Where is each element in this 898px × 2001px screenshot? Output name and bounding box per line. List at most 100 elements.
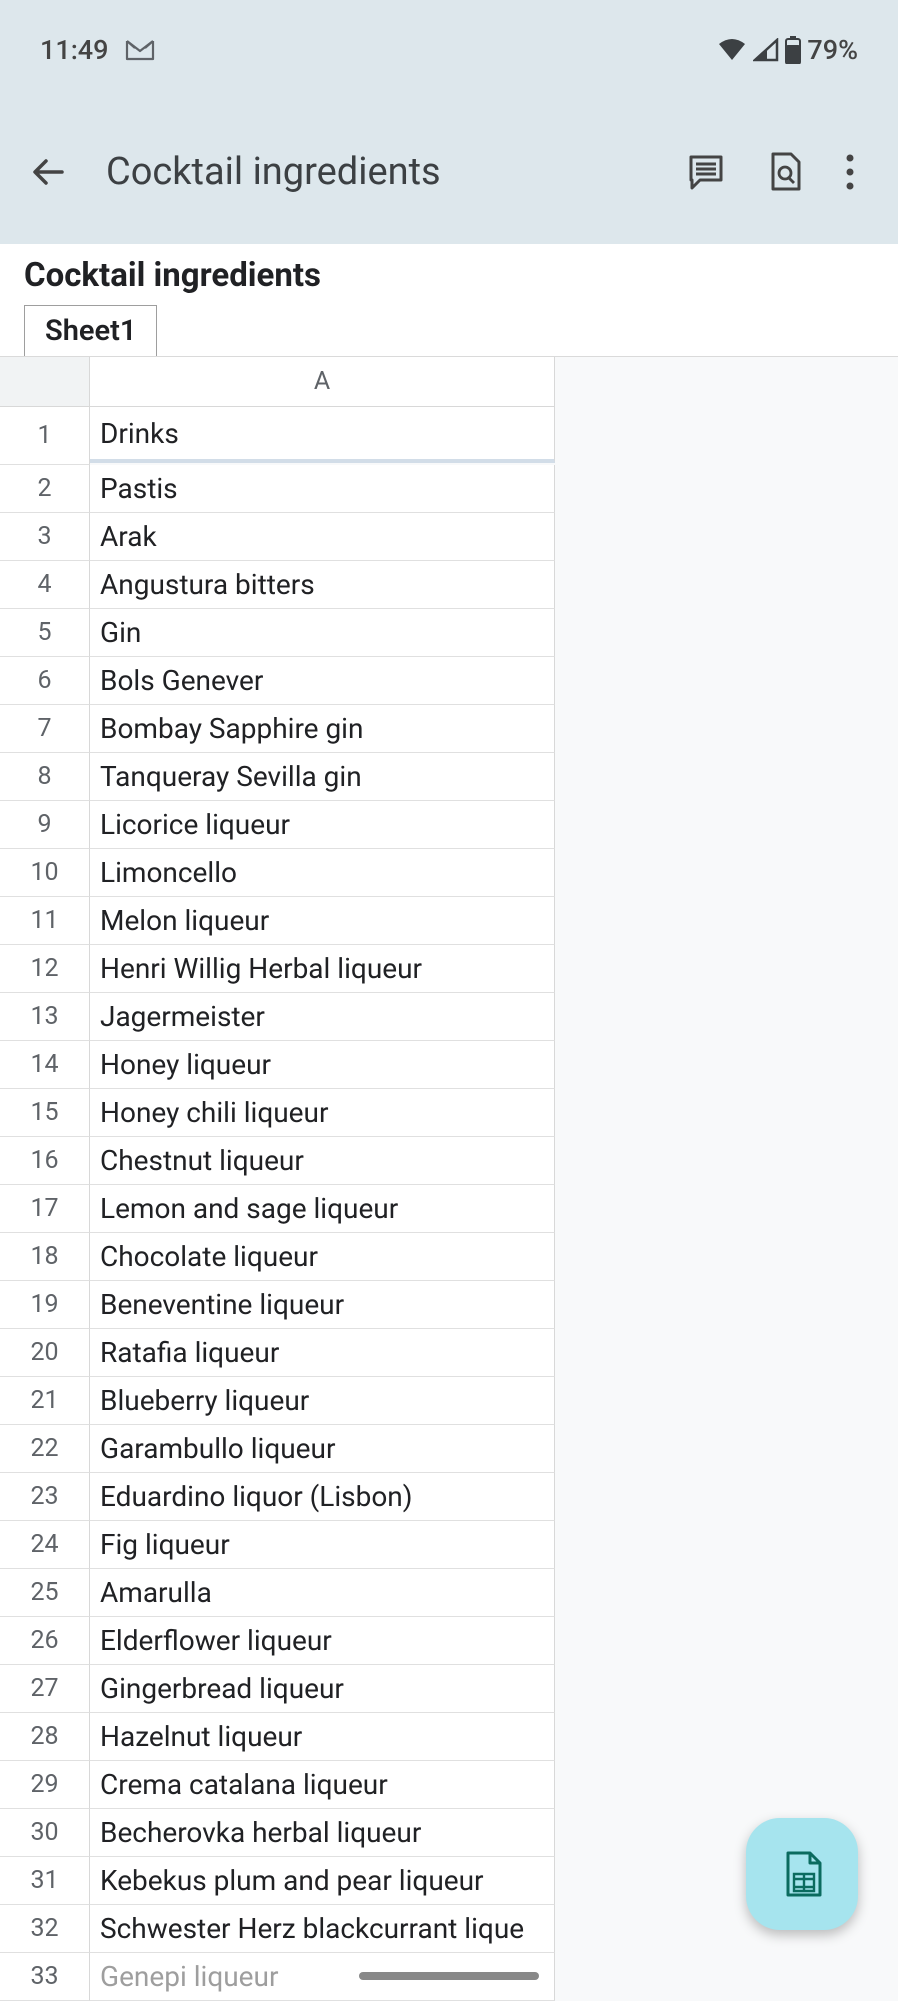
- cell[interactable]: Gin: [90, 609, 555, 657]
- row-header[interactable]: 6: [0, 657, 90, 705]
- table-row: 15Honey chili liqueur: [0, 1089, 555, 1137]
- find-in-page-icon[interactable]: [766, 151, 804, 193]
- row-header[interactable]: 16: [0, 1137, 90, 1185]
- cell[interactable]: Garambullo liqueur: [90, 1425, 555, 1473]
- row-header[interactable]: 29: [0, 1761, 90, 1809]
- cell[interactable]: Schwester Herz blackcurrant lique: [90, 1905, 555, 1953]
- table-row: 10Limoncello: [0, 849, 555, 897]
- row-header[interactable]: 33: [0, 1953, 90, 2001]
- cell[interactable]: Angustura bitters: [90, 561, 555, 609]
- back-arrow-icon[interactable]: [30, 153, 68, 191]
- table-row: 25Amarulla: [0, 1569, 555, 1617]
- cell[interactable]: Tanqueray Sevilla gin: [90, 753, 555, 801]
- row-header[interactable]: 30: [0, 1809, 90, 1857]
- row-header[interactable]: 31: [0, 1857, 90, 1905]
- cell[interactable]: Arak: [90, 513, 555, 561]
- cell[interactable]: Honey chili liqueur: [90, 1089, 555, 1137]
- row-header[interactable]: 22: [0, 1425, 90, 1473]
- sheet-tab[interactable]: Sheet1: [24, 305, 157, 356]
- row-header[interactable]: 10: [0, 849, 90, 897]
- row-header[interactable]: 23: [0, 1473, 90, 1521]
- cell[interactable]: Kebekus plum and pear liqueur: [90, 1857, 555, 1905]
- cell[interactable]: Blueberry liqueur: [90, 1377, 555, 1425]
- more-vert-icon[interactable]: [844, 152, 856, 192]
- row-header[interactable]: 19: [0, 1281, 90, 1329]
- row-header[interactable]: 26: [0, 1617, 90, 1665]
- table-row: 20Ratafia liqueur: [0, 1329, 555, 1377]
- cell[interactable]: Limoncello: [90, 849, 555, 897]
- cell[interactable]: Licorice liqueur: [90, 801, 555, 849]
- cell[interactable]: Melon liqueur: [90, 897, 555, 945]
- row-header[interactable]: 15: [0, 1089, 90, 1137]
- table-row: 30Becherovka herbal liqueur: [0, 1809, 555, 1857]
- table-row: 24Fig liqueur: [0, 1521, 555, 1569]
- cell[interactable]: Bombay Sapphire gin: [90, 705, 555, 753]
- column-header-a[interactable]: A: [90, 357, 555, 407]
- row-header[interactable]: 4: [0, 561, 90, 609]
- table-row: 4Angustura bitters: [0, 561, 555, 609]
- row-header[interactable]: 20: [0, 1329, 90, 1377]
- cell[interactable]: Fig liqueur: [90, 1521, 555, 1569]
- cell[interactable]: Jagermeister: [90, 993, 555, 1041]
- select-all-corner[interactable]: [0, 357, 90, 407]
- edit-fab[interactable]: [746, 1818, 858, 1930]
- row-header[interactable]: 14: [0, 1041, 90, 1089]
- table-row: 32Schwester Herz blackcurrant lique: [0, 1905, 555, 1953]
- cell[interactable]: Crema catalana liqueur: [90, 1761, 555, 1809]
- row-header[interactable]: 25: [0, 1569, 90, 1617]
- cell[interactable]: Gingerbread liqueur: [90, 1665, 555, 1713]
- cell[interactable]: Eduardino liquor (Lisbon): [90, 1473, 555, 1521]
- status-bar: 11:49 79%: [0, 0, 898, 100]
- row-header[interactable]: 3: [0, 513, 90, 561]
- horizontal-scroll-indicator[interactable]: [359, 1972, 539, 1980]
- row-header[interactable]: 18: [0, 1233, 90, 1281]
- row-header[interactable]: 27: [0, 1665, 90, 1713]
- row-header[interactable]: 17: [0, 1185, 90, 1233]
- cell[interactable]: Chocolate liqueur: [90, 1233, 555, 1281]
- cell[interactable]: Drinks: [90, 407, 555, 463]
- cell[interactable]: Beneventine liqueur: [90, 1281, 555, 1329]
- cell[interactable]: Hazelnut liqueur: [90, 1713, 555, 1761]
- cell[interactable]: Honey liqueur: [90, 1041, 555, 1089]
- table-row: 1Drinks: [0, 407, 555, 465]
- cell[interactable]: Elderflower liqueur: [90, 1617, 555, 1665]
- comment-icon[interactable]: [686, 152, 726, 192]
- cell[interactable]: Ratafia liqueur: [90, 1329, 555, 1377]
- table-row: 27Gingerbread liqueur: [0, 1665, 555, 1713]
- row-header[interactable]: 12: [0, 945, 90, 993]
- document-header: Cocktail ingredients Sheet1: [0, 244, 898, 357]
- table-row: 21Blueberry liqueur: [0, 1377, 555, 1425]
- row-header[interactable]: 32: [0, 1905, 90, 1953]
- row-header[interactable]: 7: [0, 705, 90, 753]
- table-row: 14Honey liqueur: [0, 1041, 555, 1089]
- app-bar-title: Cocktail ingredients: [106, 150, 686, 194]
- table-row: 23Eduardino liquor (Lisbon): [0, 1473, 555, 1521]
- table-row: 6Bols Genever: [0, 657, 555, 705]
- row-header[interactable]: 1: [0, 407, 90, 465]
- cell[interactable]: Lemon and sage liqueur: [90, 1185, 555, 1233]
- row-header[interactable]: 28: [0, 1713, 90, 1761]
- battery-icon: [785, 36, 801, 64]
- cell[interactable]: Henri Willig Herbal liqueur: [90, 945, 555, 993]
- cell[interactable]: Amarulla: [90, 1569, 555, 1617]
- row-header[interactable]: 13: [0, 993, 90, 1041]
- row-header[interactable]: 21: [0, 1377, 90, 1425]
- cell[interactable]: Pastis: [90, 465, 555, 513]
- app-bar: Cocktail ingredients: [0, 100, 898, 244]
- row-header[interactable]: 24: [0, 1521, 90, 1569]
- table-row: 19Beneventine liqueur: [0, 1281, 555, 1329]
- spreadsheet[interactable]: A 1Drinks2Pastis3Arak4Angustura bitters5…: [0, 357, 898, 2001]
- row-header[interactable]: 9: [0, 801, 90, 849]
- row-header[interactable]: 8: [0, 753, 90, 801]
- cell[interactable]: Chestnut liqueur: [90, 1137, 555, 1185]
- table-row: 29Crema catalana liqueur: [0, 1761, 555, 1809]
- sheet-edit-icon: [780, 1849, 824, 1899]
- cell[interactable]: Bols Genever: [90, 657, 555, 705]
- status-time: 11:49: [40, 34, 109, 66]
- row-header[interactable]: 2: [0, 465, 90, 513]
- cell[interactable]: Becherovka herbal liqueur: [90, 1809, 555, 1857]
- table-row: 2Pastis: [0, 465, 555, 513]
- table-row: 28Hazelnut liqueur: [0, 1713, 555, 1761]
- row-header[interactable]: 5: [0, 609, 90, 657]
- row-header[interactable]: 11: [0, 897, 90, 945]
